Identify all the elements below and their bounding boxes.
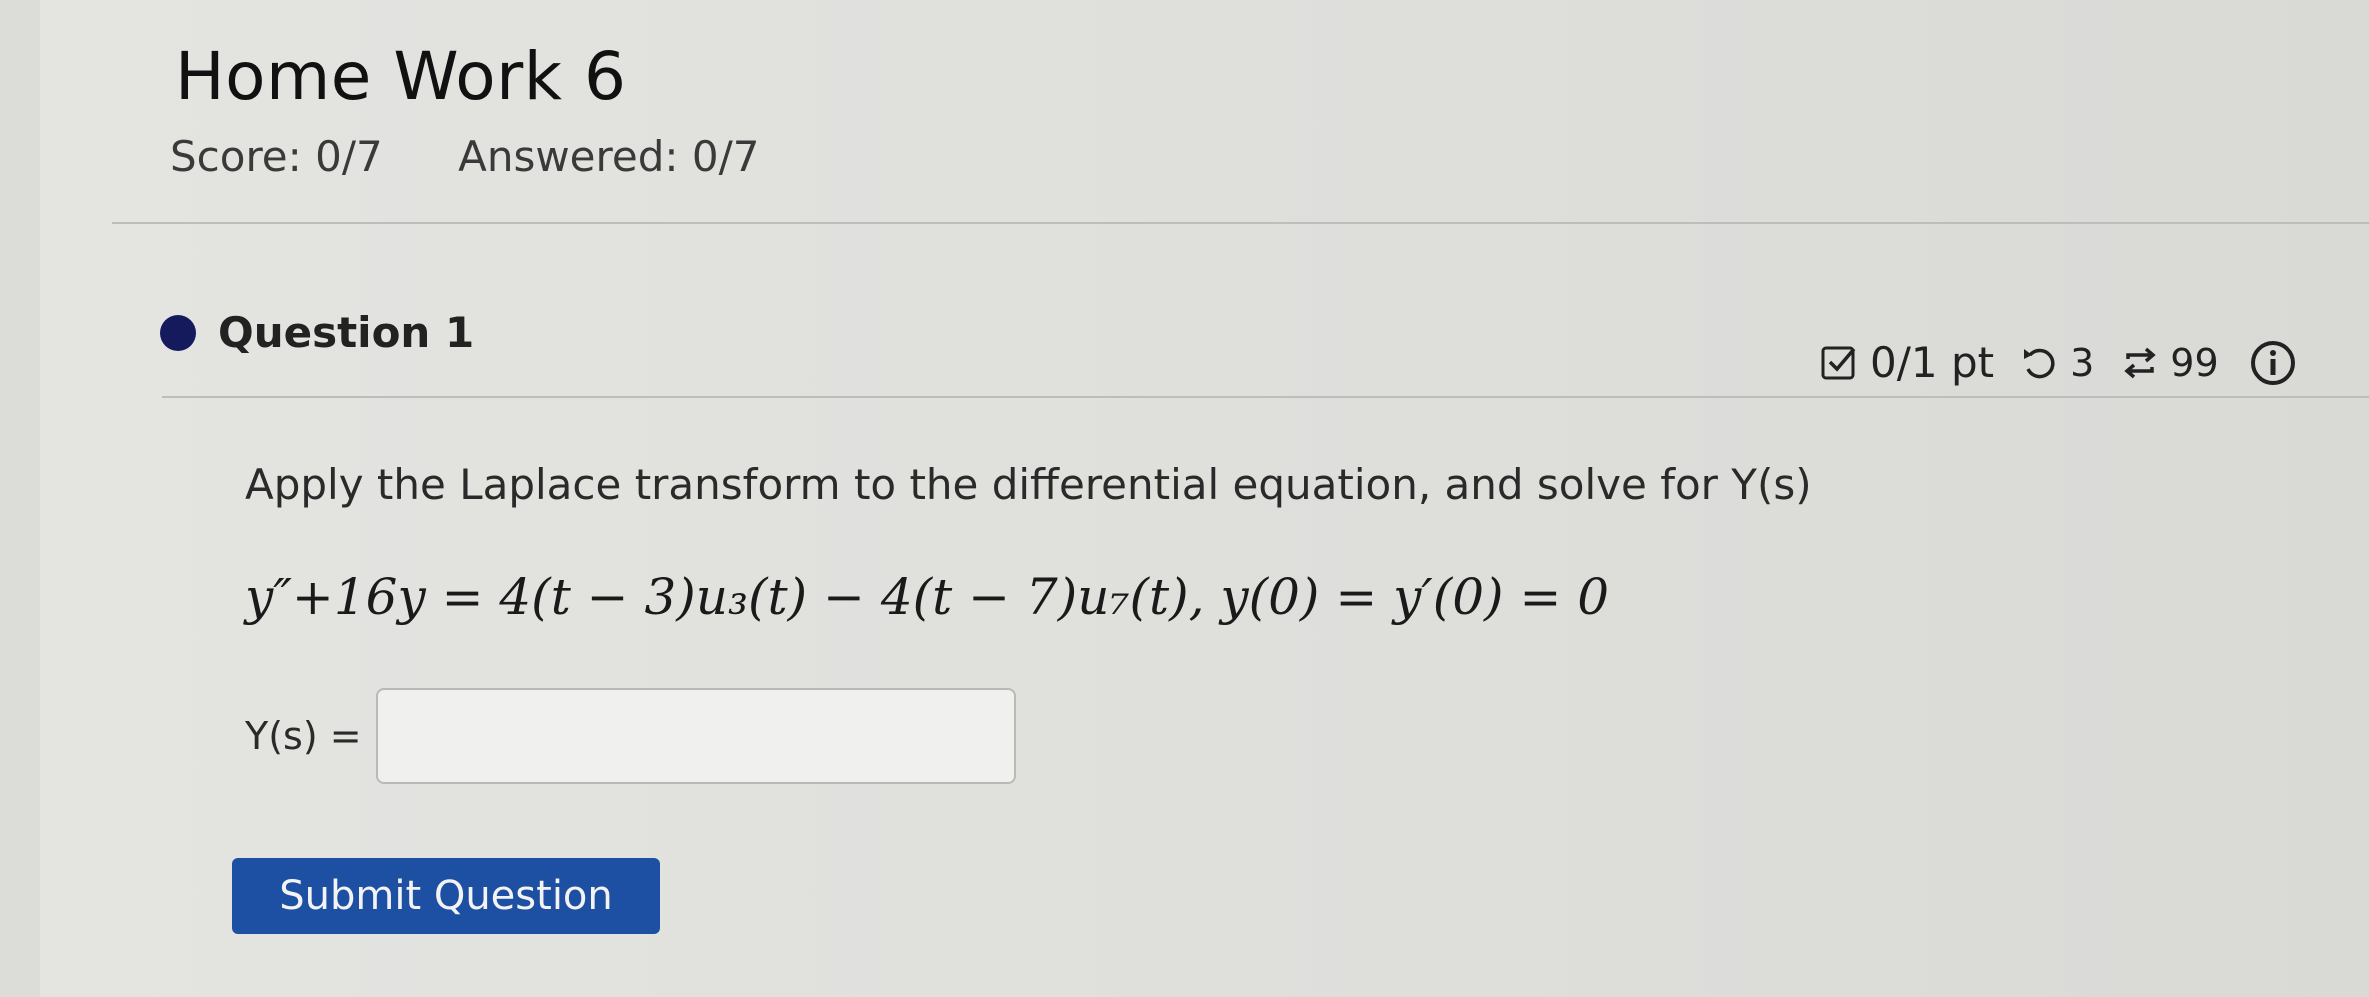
divider xyxy=(112,222,2369,224)
score-text: Score: 0/7 xyxy=(170,132,383,181)
homework-page: Home Work 6 Score: 0/7 Answered: 0/7 Que… xyxy=(40,0,2369,997)
answer-label: Y(s) = xyxy=(245,714,362,758)
attempts-count: 99 xyxy=(2170,340,2219,385)
submit-question-button[interactable]: Submit Question xyxy=(232,858,660,934)
retry-icon[interactable] xyxy=(2020,343,2060,383)
differential-equation: y″+16y = 4(t − 3)u₃(t) − 4(t − 7)u₇(t), … xyxy=(245,568,1610,626)
answer-input[interactable] xyxy=(375,688,1016,784)
question-label: Question 1 xyxy=(218,308,475,357)
question-header: Question 1 xyxy=(160,308,474,357)
points-text: 0/1 pt xyxy=(1870,338,1995,387)
question-meta: 0/1 pt 3 99 xyxy=(1820,338,2297,387)
retries-count: 3 xyxy=(2070,340,2095,385)
filled-circle-icon xyxy=(160,314,196,351)
score-summary: Score: 0/7 Answered: 0/7 xyxy=(170,132,759,181)
info-icon[interactable] xyxy=(2249,339,2297,387)
question-prompt: Apply the Laplace transform to the diffe… xyxy=(245,460,1812,509)
question-divider xyxy=(162,396,2369,398)
answered-text: Answered: 0/7 xyxy=(458,132,760,181)
page-title: Home Work 6 xyxy=(175,38,627,115)
repeat-icon[interactable] xyxy=(2120,343,2160,383)
answer-row: Y(s) = xyxy=(245,688,1016,784)
checkbox-icon xyxy=(1820,343,1860,383)
